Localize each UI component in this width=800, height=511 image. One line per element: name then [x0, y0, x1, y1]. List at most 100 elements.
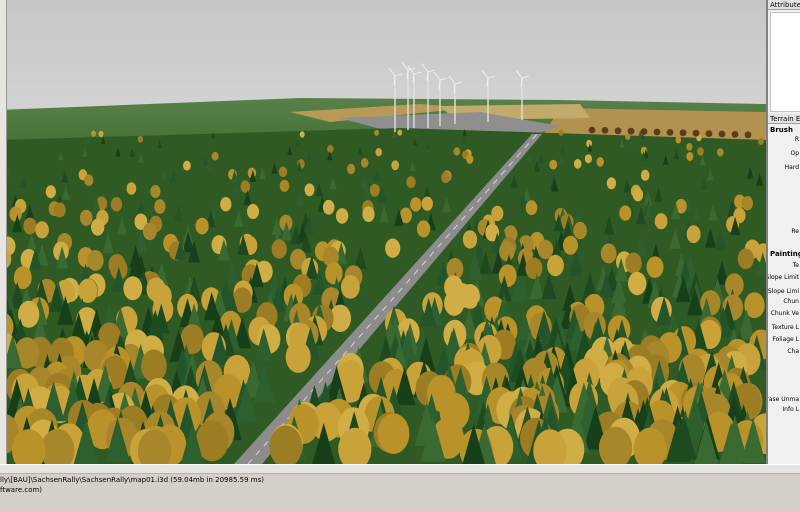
painting-label-6: Foliage L [772, 336, 799, 343]
log-line-loaded-map: lly\[BAU]\SachsenRally\SachsenRally\map0… [0, 476, 264, 484]
deciduous-tree [142, 222, 157, 241]
painting-label-8: Erase Unma [768, 396, 799, 403]
terrain-scene[interactable] [0, 0, 766, 464]
deciduous-tree [23, 217, 37, 235]
log-line-url: ftware.com) [0, 486, 43, 494]
deciduous-tree [697, 147, 704, 156]
row-tree [744, 131, 752, 139]
row-tree [601, 126, 609, 134]
deciduous-tree [686, 225, 701, 244]
log-scroll-strip[interactable] [0, 465, 800, 474]
log-output-bar: lly\[BAU]\SachsenRally\SachsenRally\map0… [0, 464, 800, 511]
deciduous-tree [640, 169, 650, 181]
deciduous-tree [279, 179, 290, 192]
deciduous-tree [325, 262, 343, 285]
painting-label-3: Chun [783, 298, 799, 305]
row-tree [666, 129, 674, 136]
deciduous-tree [466, 154, 474, 164]
deciduous-tree [278, 166, 288, 178]
deciduous-tree [406, 176, 416, 189]
deciduous-tree [375, 148, 383, 157]
deciduous-tree [45, 185, 56, 199]
deciduous-tree [525, 200, 538, 216]
deciduous-tree [79, 209, 93, 226]
deciduous-tree [211, 151, 219, 161]
deciduous-tree [150, 185, 161, 198]
row-tree [718, 130, 726, 138]
deciduous-tree [141, 349, 167, 383]
deciduous-tree [220, 197, 232, 212]
deciduous-tree [741, 196, 754, 211]
deciduous-tree [271, 239, 287, 259]
viewport-left-border [0, 0, 7, 464]
deciduous-tree [341, 275, 360, 299]
painting-section-title: Painting [770, 250, 800, 258]
deciduous-tree [596, 157, 604, 167]
sky [0, 0, 766, 108]
row-tree [679, 129, 687, 137]
deciduous-tree [537, 239, 554, 260]
painting-label-7: Cha [787, 348, 799, 355]
deciduous-tree [646, 256, 664, 278]
brush-label-re: Re [791, 228, 799, 235]
deciduous-tree [369, 183, 380, 197]
deciduous-tree [195, 217, 209, 235]
row-tree [614, 127, 622, 135]
deciduous-tree [154, 199, 166, 214]
deciduous-tree [78, 278, 98, 303]
row-tree [653, 128, 661, 136]
deciduous-tree [600, 243, 617, 264]
deciduous-tree [397, 129, 403, 136]
row-tree [640, 128, 648, 136]
deciduous-tree [35, 221, 49, 239]
deciduous-tree [346, 163, 356, 175]
deciduous-tree [240, 180, 251, 193]
deciduous-tree [9, 206, 22, 222]
row-tree [705, 130, 713, 138]
deciduous-tree [335, 208, 349, 224]
deciduous-tree [573, 159, 582, 169]
deciduous-tree [441, 171, 450, 184]
deciduous-tree [573, 221, 587, 240]
deciduous-tree [725, 273, 744, 297]
deciduous-tree [628, 271, 647, 296]
deciduous-tree [462, 230, 478, 249]
deciduous-tree [686, 152, 694, 161]
deciduous-tree [360, 158, 369, 168]
deciduous-tree [421, 196, 433, 211]
deciduous-tree [377, 413, 410, 454]
deciduous-tree [416, 220, 431, 238]
attributes-panel-body [770, 12, 800, 112]
deciduous-tree [91, 130, 97, 137]
deciduous-tree [547, 254, 564, 277]
deciduous-tree [619, 205, 632, 221]
3d-viewport[interactable] [0, 0, 767, 464]
row-tree [692, 129, 700, 137]
attributes-panel-title: Attributes [768, 0, 800, 10]
deciduous-tree [632, 188, 644, 202]
deciduous-tree [126, 182, 137, 195]
deciduous-tree [53, 202, 66, 218]
brush-label-hardness: Hard [784, 164, 799, 171]
deciduous-tree [247, 203, 259, 220]
deciduous-tree [322, 199, 335, 215]
deciduous-tree [717, 148, 724, 157]
deciduous-tree [654, 213, 668, 230]
deciduous-tree [444, 290, 465, 316]
deciduous-tree [385, 238, 401, 258]
deciduous-tree [304, 183, 315, 197]
row-tree [627, 127, 635, 135]
deciduous-tree [498, 264, 517, 288]
deciduous-tree [327, 145, 334, 153]
painting-label-9: Info L [782, 406, 799, 413]
deciduous-tree [625, 133, 631, 140]
deciduous-tree [410, 197, 422, 212]
deciduous-tree [183, 160, 191, 171]
deciduous-tree [686, 143, 693, 151]
deciduous-tree [453, 147, 461, 156]
brush-label-radius: R [794, 136, 799, 143]
deciduous-tree [558, 129, 564, 136]
painting-label-0: Te [792, 262, 799, 269]
deciduous-tree [98, 130, 104, 138]
deciduous-tree [91, 218, 105, 236]
